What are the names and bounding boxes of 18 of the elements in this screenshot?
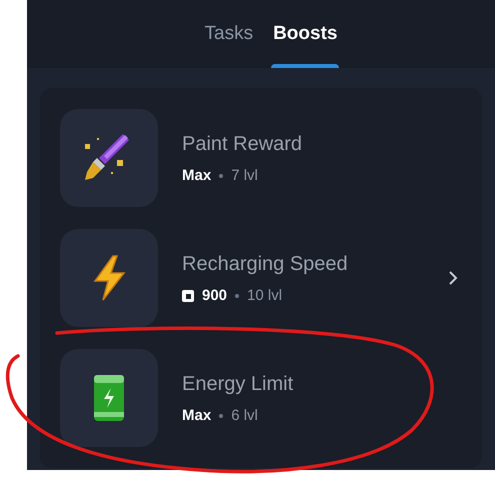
tab[interactable]: Tasks <box>202 0 256 68</box>
boost-item[interactable]: Energy Limit Max 6 lvl <box>60 349 458 447</box>
boost-level: 10 lvl <box>247 286 282 306</box>
lightning-icon <box>91 255 127 301</box>
boost-status: Max <box>182 406 212 426</box>
chevron-right-icon <box>448 270 458 286</box>
coin-icon <box>182 290 194 302</box>
boost-name: Recharging Speed <box>182 252 349 277</box>
tab[interactable]: Boosts <box>271 0 340 68</box>
boost-item[interactable]: Paint Reward Max 7 lvl <box>60 109 458 207</box>
boost-level: 7 lvl <box>231 166 258 186</box>
boost-status: Max <box>182 166 212 186</box>
battery-icon <box>92 372 126 424</box>
boost-name: Paint Reward <box>182 132 304 157</box>
boost-name: Energy Limit <box>182 372 294 397</box>
boost-level: 6 lvl <box>231 406 258 426</box>
boost-status: 900 <box>202 286 228 306</box>
boost-item[interactable]: Recharging Speed 900 10 lvl <box>60 229 458 327</box>
